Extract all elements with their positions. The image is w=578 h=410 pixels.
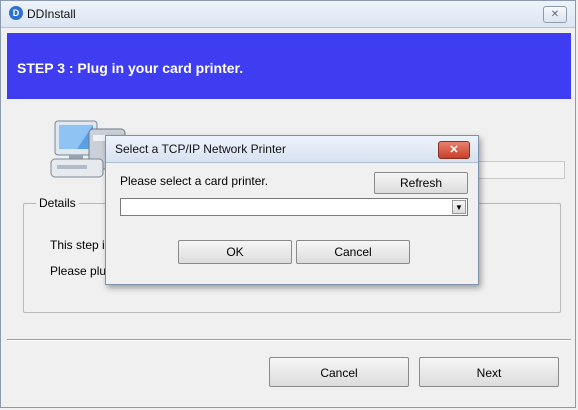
chevron-down-icon[interactable]: ▼ <box>452 200 466 214</box>
dialog-cancel-button[interactable]: Cancel <box>296 240 410 264</box>
cancel-button[interactable]: Cancel <box>269 357 409 387</box>
footer-divider <box>7 339 571 341</box>
dialog-prompt: Please select a card printer. <box>120 174 269 188</box>
step-header: STEP 3 : Plug in your card printer. <box>7 33 571 99</box>
details-legend: Details <box>36 196 79 210</box>
dialog-title: Select a TCP/IP Network Printer <box>115 142 286 156</box>
dialog-close-button[interactable]: ✕ <box>438 141 470 159</box>
printer-select[interactable]: ▼ <box>120 198 468 216</box>
ok-button[interactable]: OK <box>178 240 292 264</box>
dialog-title-bar: Select a TCP/IP Network Printer ✕ <box>106 136 478 163</box>
refresh-button[interactable]: Refresh <box>374 172 468 194</box>
window-close-button[interactable]: ✕ <box>543 6 567 23</box>
app-icon: D <box>9 6 23 20</box>
details-text-line-2: Please plug <box>50 264 113 278</box>
title-bar: D DDInstall ✕ <box>1 1 575 28</box>
step-title: STEP 3 : Plug in your card printer. <box>17 60 244 76</box>
installer-window: D DDInstall ✕ STEP 3 : Plug in your card… <box>0 0 576 408</box>
window-title: DDInstall <box>27 7 76 21</box>
tcpip-printer-dialog: Select a TCP/IP Network Printer ✕ Please… <box>105 135 479 285</box>
next-button[interactable]: Next <box>419 357 559 387</box>
